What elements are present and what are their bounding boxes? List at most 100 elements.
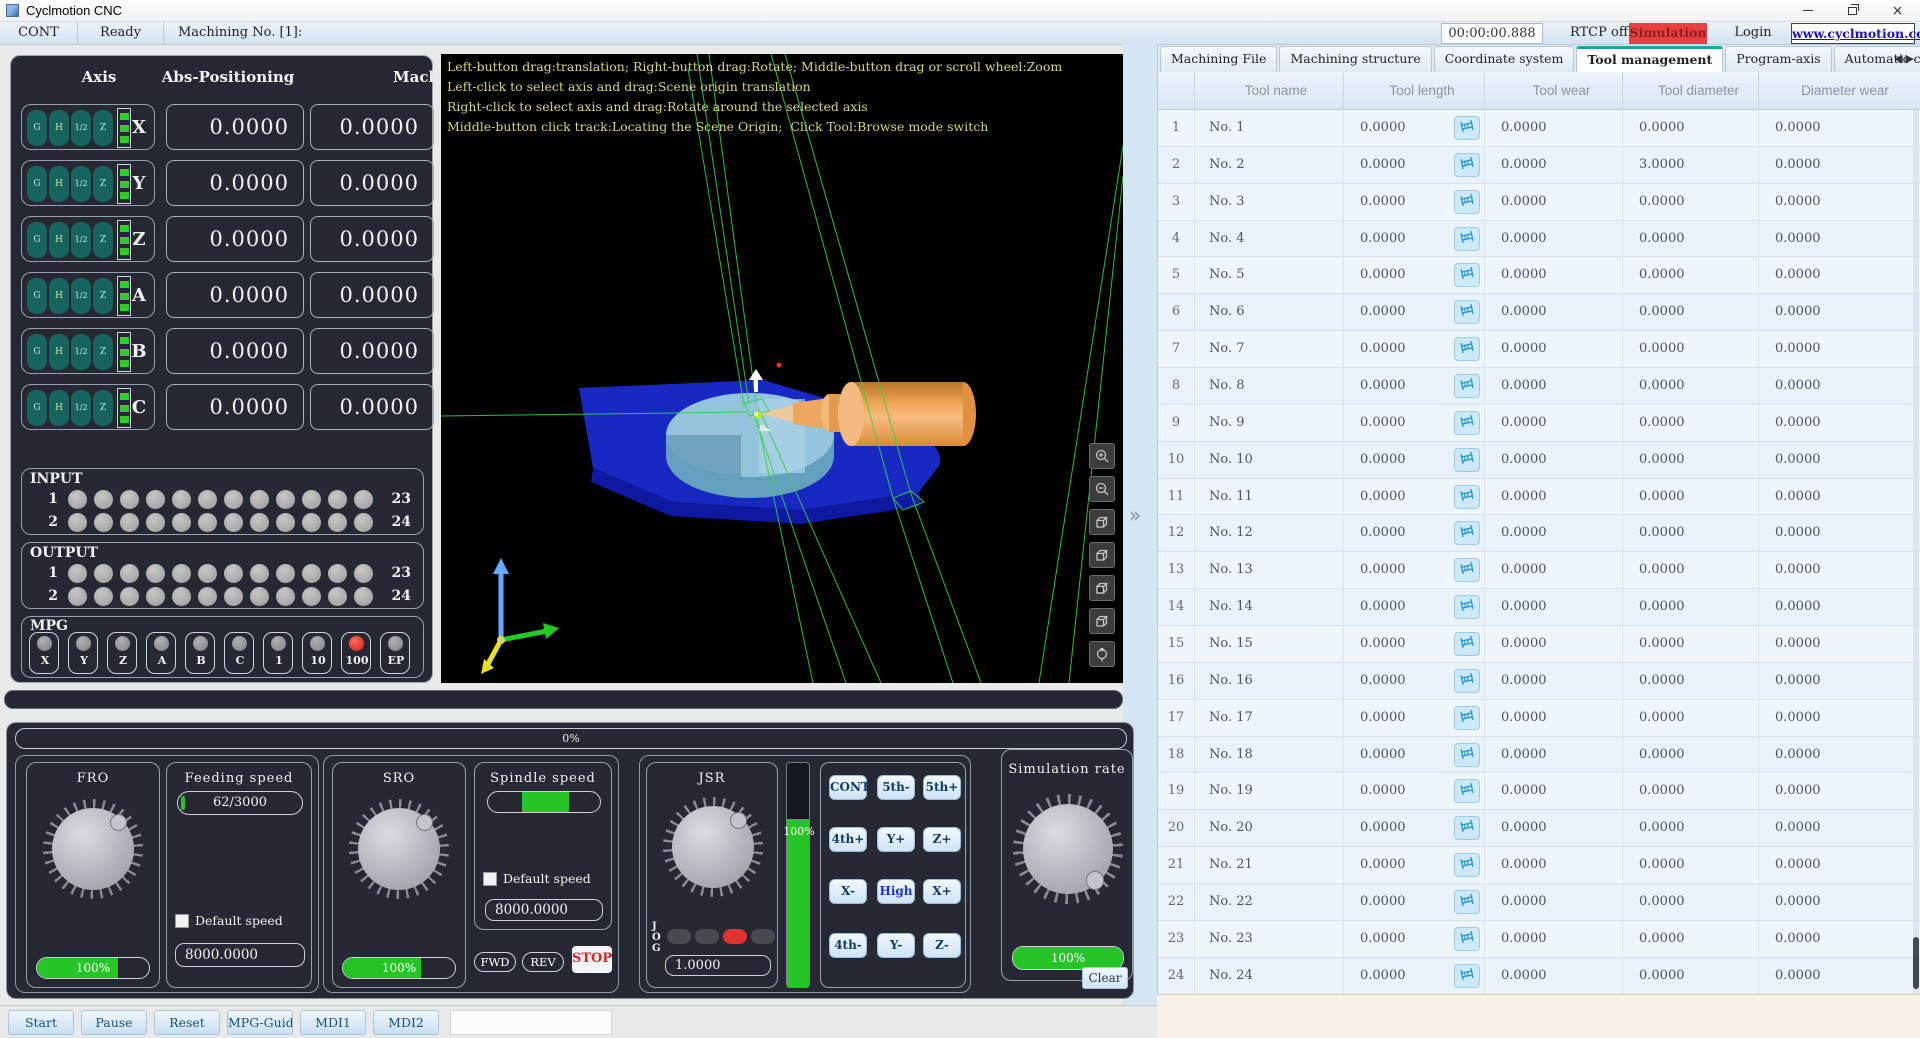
axis-mode-button-G[interactable]: G <box>27 278 47 314</box>
table-row[interactable]: 5No. 50.00000.00000.00000.0000 <box>1158 257 1920 294</box>
measure-tool-button[interactable] <box>1454 485 1480 509</box>
bottombar-button-Start[interactable]: Start <box>8 1010 74 1035</box>
jog-step-input[interactable]: 1.0000 <box>665 955 771 976</box>
feed-default-speed-checkbox[interactable]: Default speed <box>175 913 283 928</box>
jog-button-Y-[interactable]: Y- <box>877 933 915 958</box>
axis-mode-button-G[interactable]: G <box>27 166 47 202</box>
mpg-button-100[interactable]: 100 <box>341 632 371 674</box>
measure-tool-button[interactable] <box>1454 116 1480 140</box>
axis-mode-button-1/2[interactable]: 1/2 <box>71 166 91 202</box>
expand-panel-button[interactable]: » <box>1129 503 1141 527</box>
table-row[interactable]: 3No. 30.00000.00000.00000.0000 <box>1158 184 1920 221</box>
measure-tool-button[interactable] <box>1454 227 1480 251</box>
table-row[interactable]: 21No. 210.00000.00000.00000.0000 <box>1158 847 1920 884</box>
jog-button-5th-[interactable]: 5th- <box>877 775 915 800</box>
simulation-mode-button[interactable]: Simulation <box>1629 23 1707 44</box>
clear-button[interactable]: Clear <box>1082 967 1128 989</box>
table-row[interactable]: 2No. 20.00000.00003.00000.0000 <box>1158 147 1920 184</box>
axis-mode-button-H[interactable]: H <box>49 390 69 426</box>
table-row[interactable]: 9No. 90.00000.00000.00000.0000 <box>1158 405 1920 442</box>
bottombar-button-Pause[interactable]: Pause <box>81 1010 147 1035</box>
axis-mode-button-G[interactable]: G <box>27 390 47 426</box>
measure-tool-button[interactable] <box>1454 706 1480 730</box>
tab-machining-file[interactable]: Machining File <box>1160 46 1277 72</box>
measure-tool-button[interactable] <box>1454 890 1480 914</box>
table-row[interactable]: 7No. 70.00000.00000.00000.0000 <box>1158 331 1920 368</box>
measure-tool-button[interactable] <box>1454 743 1480 767</box>
jog-button-Z-[interactable]: Z- <box>923 933 961 958</box>
jog-button-X+[interactable]: X+ <box>923 879 961 904</box>
view-cube-solid-button[interactable] <box>1089 575 1115 601</box>
tab-coordinate-system[interactable]: Coordinate system <box>1434 46 1575 72</box>
bottombar-button-MPG-Guide[interactable]: MPG-Guide <box>227 1010 293 1035</box>
measure-tool-button[interactable] <box>1454 300 1480 324</box>
table-row[interactable]: 10No. 100.00000.00000.00000.0000 <box>1158 442 1920 479</box>
jog-button-Y+[interactable]: Y+ <box>877 827 915 852</box>
measure-tool-button[interactable] <box>1454 779 1480 803</box>
bottom-bar-field[interactable] <box>450 1010 612 1035</box>
measure-tool-button[interactable] <box>1454 374 1480 398</box>
jog-button-CONT[interactable]: CONT <box>829 775 867 800</box>
table-row[interactable]: 12No. 120.00000.00000.00000.0000 <box>1158 515 1920 552</box>
tab-tool-management[interactable]: Tool management <box>1576 46 1723 72</box>
tab-scroll-arrows[interactable]: ◀▶ <box>1894 52 1917 65</box>
table-row[interactable]: 13No. 130.00000.00000.00000.0000 <box>1158 552 1920 589</box>
table-scrollbar-thumb[interactable] <box>1913 937 1919 989</box>
measure-tool-button[interactable] <box>1454 411 1480 435</box>
measure-tool-button[interactable] <box>1454 816 1480 840</box>
measure-tool-button[interactable] <box>1454 632 1480 656</box>
jog-button-4th-[interactable]: 4th- <box>829 933 867 958</box>
spindle-rev-button[interactable]: REV <box>522 952 564 972</box>
measure-tool-button[interactable] <box>1454 558 1480 582</box>
table-row[interactable]: 15No. 150.00000.00000.00000.0000 <box>1158 626 1920 663</box>
table-row[interactable]: 16No. 160.00000.00000.00000.0000 <box>1158 663 1920 700</box>
feed-default-speed-input[interactable]: 8000.0000 <box>175 943 305 967</box>
close-button[interactable]: × <box>1875 0 1920 22</box>
table-row[interactable]: 1No. 10.00000.00000.00000.0000 <box>1158 110 1920 147</box>
axis-mode-button-1/2[interactable]: 1/2 <box>71 278 91 314</box>
sro-dial[interactable] <box>349 799 449 899</box>
rtcp-status[interactable]: RTCP off <box>1562 22 1636 45</box>
mpg-button-10[interactable]: 10 <box>302 632 332 674</box>
axis-mode-button-G[interactable]: G <box>27 222 47 258</box>
axis-mode-button-H[interactable]: H <box>49 222 69 258</box>
mpg-button-EP[interactable]: EP <box>380 632 410 674</box>
jsr-slider[interactable]: 100% <box>786 762 810 988</box>
measure-tool-button[interactable] <box>1454 263 1480 287</box>
table-row[interactable]: 24No. 240.00000.00000.00000.0000 <box>1158 958 1920 995</box>
mpg-button-C[interactable]: C <box>224 632 254 674</box>
axis-mode-button-1/2[interactable]: 1/2 <box>71 222 91 258</box>
axis-mode-button-H[interactable]: H <box>49 278 69 314</box>
axis-mode-button-H[interactable]: H <box>49 110 69 146</box>
3d-scene-viewport[interactable]: Left-button drag:translation; Right-butt… <box>441 54 1123 683</box>
bottombar-button-MDI2[interactable]: MDI2 <box>373 1010 439 1035</box>
table-row[interactable]: 18No. 180.00000.00000.00000.0000 <box>1158 737 1920 774</box>
tab-program-axis[interactable]: Program-axis <box>1725 46 1831 72</box>
mpg-button-B[interactable]: B <box>185 632 215 674</box>
measure-tool-button[interactable] <box>1454 595 1480 619</box>
axis-mode-button-1/2[interactable]: 1/2 <box>71 390 91 426</box>
view-cube-left-button[interactable] <box>1089 542 1115 568</box>
measure-tool-button[interactable] <box>1454 190 1480 214</box>
table-row[interactable]: 6No. 60.00000.00000.00000.0000 <box>1158 294 1920 331</box>
axis-mode-button-Z[interactable]: Z <box>93 390 113 426</box>
zoom-in-button[interactable] <box>1089 443 1115 469</box>
measure-tool-button[interactable] <box>1454 964 1480 988</box>
table-scrollbar[interactable] <box>1913 110 1919 995</box>
axis-mode-button-G[interactable]: G <box>27 110 47 146</box>
axis-mode-button-G[interactable]: G <box>27 334 47 370</box>
measure-tool-button[interactable] <box>1454 337 1480 361</box>
axis-mode-button-H[interactable]: H <box>49 166 69 202</box>
bottombar-button-MDI1[interactable]: MDI1 <box>300 1010 366 1035</box>
zoom-out-button[interactable] <box>1089 476 1115 502</box>
mpg-button-Z[interactable]: Z <box>107 632 137 674</box>
spindle-default-speed-checkbox[interactable]: Default speed <box>483 871 591 886</box>
table-row[interactable]: 20No. 200.00000.00000.00000.0000 <box>1158 810 1920 847</box>
table-row[interactable]: 19No. 190.00000.00000.00000.0000 <box>1158 773 1920 810</box>
measure-tool-button[interactable] <box>1454 153 1480 177</box>
axis-mode-button-H[interactable]: H <box>49 334 69 370</box>
jog-button-High[interactable]: High <box>877 879 915 904</box>
spindle-stop-button[interactable]: STOP <box>572 946 612 973</box>
mpg-button-1[interactable]: 1 <box>263 632 293 674</box>
website-link[interactable]: www.cyclmotion.com <box>1791 23 1915 44</box>
